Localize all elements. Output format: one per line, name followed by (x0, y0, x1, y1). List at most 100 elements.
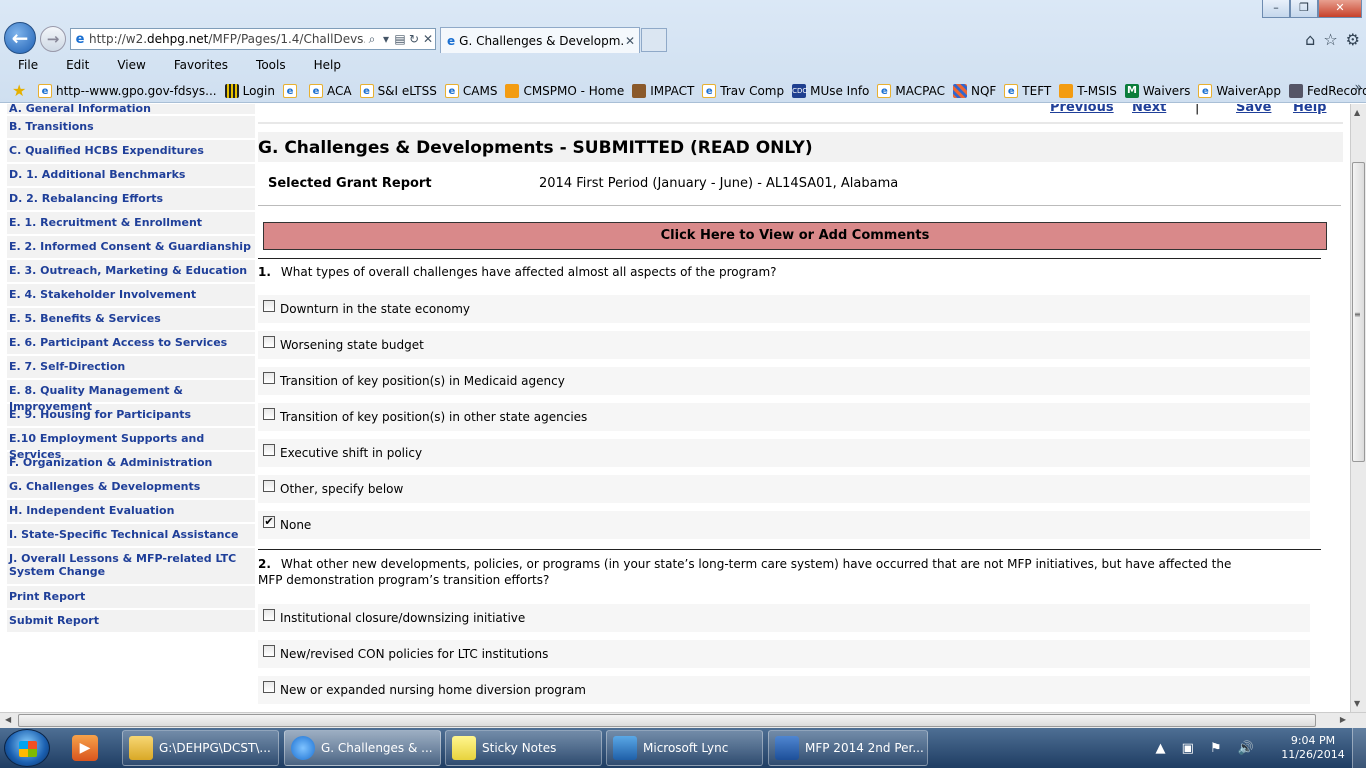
scroll-left-arrow-icon[interactable]: ◀ (5, 715, 11, 724)
checkbox[interactable] (263, 645, 275, 657)
forward-button[interactable]: → (40, 26, 66, 52)
favorite-item[interactable]: e S&I eLTSS (359, 83, 437, 98)
checkbox[interactable] (263, 609, 275, 621)
menu-edit[interactable]: Edit (48, 56, 99, 76)
checkbox[interactable] (263, 480, 275, 492)
taskbar-task[interactable]: MFP 2014 2nd Per... (768, 730, 928, 766)
sidebar-item[interactable]: Submit Report (7, 610, 255, 634)
taskbar-task[interactable]: G. Challenges & ... (284, 730, 441, 766)
next-link[interactable]: Next (1132, 104, 1166, 115)
browser-tab-active[interactable]: e G. Challenges & Developm... ✕ (440, 27, 640, 53)
sidebar-item[interactable]: G. Challenges & Developments (7, 476, 255, 500)
start-button[interactable] (4, 729, 50, 767)
sidebar-item[interactable]: F. Organization & Administration (7, 452, 255, 476)
favorite-item[interactable]: e MACPAC (877, 83, 945, 98)
sidebar-item[interactable]: D. 2. Rebalancing Efforts (7, 188, 255, 212)
taskbar-task[interactable]: Microsoft Lync (606, 730, 763, 766)
scroll-down-arrow-icon[interactable]: ▼ (1354, 699, 1360, 708)
minimize-button[interactable]: – (1262, 0, 1290, 18)
favorite-label: S&I eLTSS (377, 83, 437, 98)
show-desktop-button[interactable] (1352, 728, 1366, 768)
checkbox-checked[interactable]: ✔ (263, 516, 275, 528)
favorite-item[interactable]: CMSPMO - Home (505, 83, 624, 98)
vertical-scrollbar[interactable]: ▲ ≡ ▼ (1350, 104, 1366, 712)
add-favorites-star-icon[interactable]: ★ (12, 82, 30, 98)
tab-close-icon[interactable]: ✕ (625, 34, 639, 48)
sidebar-item[interactable]: E.10 Employment Supports and Services (7, 428, 255, 461)
taskbar-task[interactable]: G:\DEHPG\DCST\... (122, 730, 279, 766)
favorite-item[interactable]: T-MSIS (1059, 83, 1117, 98)
back-button[interactable]: ← (4, 22, 36, 54)
menu-help[interactable]: Help (296, 56, 351, 76)
favorite-item[interactable]: e http--www.gpo.gov-fdsys... (38, 83, 217, 98)
favorite-item[interactable]: CDC MUse Info (792, 83, 869, 98)
favorite-item[interactable]: e WaiverApp (1198, 83, 1281, 98)
favorite-label: MACPAC (895, 83, 945, 98)
sidebar-item[interactable]: E. 5. Benefits & Services (7, 308, 255, 332)
sidebar-item[interactable]: E. 6. Participant Access to Services (7, 332, 255, 356)
address-bar[interactable]: e http://w2.dehpg.net/MFP/Pages/1.4/Chal… (70, 28, 436, 50)
sidebar-item[interactable]: E. 1. Recruitment & Enrollment (7, 212, 255, 236)
tray-icons[interactable]: ▲ ▣ ⚑ 🔊 (1155, 741, 1260, 756)
sidebar-item[interactable]: E. 3. Outreach, Marketing & Education (7, 260, 255, 284)
settings-gear-icon[interactable]: ⚙ (1346, 30, 1360, 49)
favorite-item[interactable]: e CAMS (444, 83, 497, 98)
address-url[interactable]: http://w2.dehpg.net/MFP/Pages/1.4/ChallD… (89, 32, 365, 46)
home-icon[interactable]: ⌂ (1305, 30, 1315, 49)
sidebar-item[interactable]: E. 2. Informed Consent & Guardianship (7, 236, 255, 260)
checkbox[interactable] (263, 681, 275, 693)
sidebar-item[interactable]: E. 4. Stakeholder Involvement (7, 284, 255, 308)
clock[interactable]: 9:04 PM 11/26/2014 (1274, 734, 1352, 762)
sidebar-item[interactable]: H. Independent Evaluation (7, 500, 255, 524)
favorite-item[interactable]: e ACA (308, 83, 352, 98)
sidebar-item[interactable]: C. Qualified HCBS Expenditures (7, 140, 255, 164)
sidebar-item[interactable]: I. State-Specific Technical Assistance (7, 524, 255, 548)
scroll-up-arrow-icon[interactable]: ▲ (1354, 108, 1360, 117)
favorites-star-icon[interactable]: ☆ (1323, 30, 1337, 49)
favorite-item[interactable]: e TEFT (1004, 83, 1051, 98)
menu-tools[interactable]: Tools (238, 56, 296, 76)
sidebar-item[interactable]: Print Report (7, 586, 255, 610)
horizontal-scrollbar[interactable]: ◀ ▶ (0, 712, 1366, 728)
checkbox[interactable] (263, 372, 275, 384)
option-label: Institutional closure/downsizing initiat… (280, 611, 526, 625)
maximize-button[interactable]: ❐ (1290, 0, 1318, 18)
checkbox[interactable] (263, 444, 275, 456)
favorite-item[interactable]: NQF (952, 83, 996, 98)
horizontal-scroll-thumb[interactable] (18, 714, 1316, 727)
sidebar-item[interactable]: A. General Information (7, 104, 255, 116)
sidebar-item[interactable]: E. 9. Housing for Participants (7, 404, 255, 428)
favorites-overflow-icon[interactable]: » (1355, 80, 1362, 94)
help-link[interactable]: Help (1293, 104, 1326, 115)
refresh-icon[interactable]: ↻ (407, 32, 421, 46)
search-icon[interactable]: ⌕ (365, 32, 379, 47)
stop-icon[interactable]: ✕ (421, 32, 435, 46)
menu-view[interactable]: View (99, 56, 155, 76)
scroll-right-arrow-icon[interactable]: ▶ (1340, 715, 1346, 724)
previous-link[interactable]: Previous (1050, 104, 1114, 115)
menu-favorites[interactable]: Favorites (156, 56, 238, 76)
view-add-comments-button[interactable]: Click Here to View or Add Comments (263, 222, 1327, 250)
sidebar-item[interactable]: E. 7. Self-Direction (7, 356, 255, 380)
favorite-item[interactable]: e Trav Comp (702, 83, 784, 98)
favorite-item[interactable]: Login (224, 83, 275, 98)
sidebar-item[interactable]: D. 1. Additional Benchmarks (7, 164, 255, 188)
sidebar-item[interactable]: E. 8. Quality Management & Improvement (7, 380, 255, 413)
menu-file[interactable]: File (0, 56, 48, 76)
favorite-item[interactable]: e (282, 83, 301, 98)
compat-view-icon[interactable]: ▤ (393, 32, 407, 46)
checkbox[interactable] (263, 300, 275, 312)
checkbox[interactable] (263, 336, 275, 348)
checkbox[interactable] (263, 408, 275, 420)
save-link[interactable]: Save (1236, 104, 1271, 115)
ie-favicon-icon: e (1198, 83, 1213, 98)
sidebar-item[interactable]: B. Transitions (7, 116, 255, 140)
new-tab-button[interactable] (641, 28, 667, 52)
taskbar-task[interactable]: Sticky Notes (445, 730, 602, 766)
favorite-item[interactable]: IMPACT (632, 83, 694, 98)
media-player-icon[interactable]: ▶ (66, 731, 106, 765)
favorite-item[interactable]: M Waivers (1124, 83, 1190, 98)
dropdown-icon[interactable]: ▾ (379, 32, 393, 46)
close-button[interactable]: ✕ (1318, 0, 1362, 18)
sidebar-item[interactable]: J. Overall Lessons & MFP-related LTC Sys… (7, 548, 255, 586)
